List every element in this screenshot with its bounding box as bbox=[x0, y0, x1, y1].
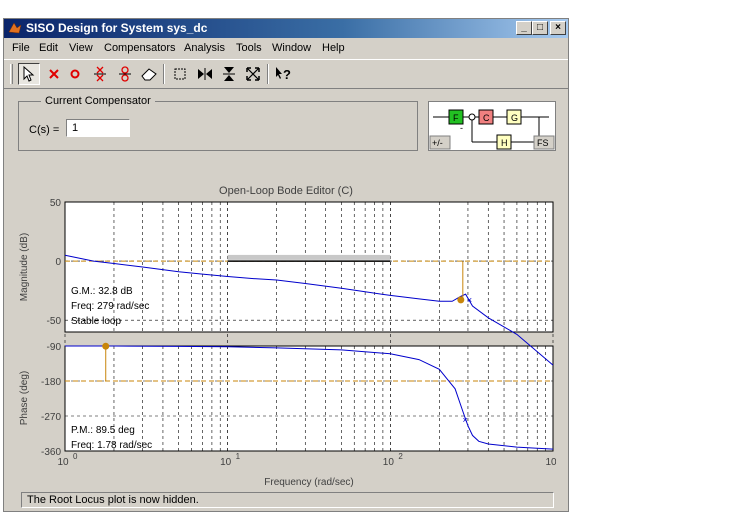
add-pole-icon[interactable] bbox=[43, 63, 65, 85]
phase-axis-label: Phase (deg) bbox=[19, 371, 30, 425]
maximize-button[interactable]: □ bbox=[532, 21, 548, 35]
svg-text:?: ? bbox=[283, 67, 291, 82]
bode-editor: Open-Loop Bode Editor (C) 50 0 -50 -90 -180 -2… bbox=[18, 162, 566, 488]
magnitude-tick-label: -50 bbox=[47, 316, 62, 327]
menu-view[interactable]: View bbox=[69, 42, 93, 54]
x-tick-label: 10 bbox=[383, 457, 395, 468]
menu-compensators[interactable]: Compensators bbox=[104, 42, 176, 54]
x-tick-exponent: 1 bbox=[236, 452, 241, 461]
siso-window: SISO Design for System sys_dc _ □ × File… bbox=[3, 18, 569, 512]
menu-tools[interactable]: Tools bbox=[236, 42, 262, 54]
block-h-label: H bbox=[501, 138, 508, 148]
compensator-input[interactable]: 1 bbox=[66, 119, 130, 137]
block-f-label: F bbox=[453, 113, 459, 123]
magnitude-tick-label: 50 bbox=[50, 198, 62, 209]
stable-loop-label: Stable loop bbox=[71, 316, 121, 327]
gain-drag-band bbox=[227, 254, 391, 260]
phase-tick-label: -90 bbox=[47, 342, 62, 353]
zoom-box-icon[interactable] bbox=[169, 63, 191, 85]
bode-plot[interactable]: Open-Loop Bode Editor (C) 50 0 -50 -90 -180 -2… bbox=[18, 162, 566, 488]
fit-icon[interactable] bbox=[242, 63, 264, 85]
block-g-label: G bbox=[511, 113, 518, 123]
gain-margin-marker bbox=[457, 296, 465, 304]
x-tick-exponent: 0 bbox=[73, 452, 78, 461]
bode-title: Open-Loop Bode Editor (C) bbox=[219, 185, 353, 197]
phase-axes bbox=[64, 345, 554, 452]
eraser-icon[interactable] bbox=[138, 63, 160, 85]
phase-margin-freq: Freq: 1.78 rad/sec bbox=[71, 440, 152, 451]
compensator-legend: Current Compensator bbox=[41, 95, 155, 107]
menu-bar: File Edit View Compensators Analysis Too… bbox=[4, 39, 568, 57]
x-tick-label: 10 bbox=[545, 457, 556, 468]
phase-margin-label: P.M.: 89.5 deg bbox=[71, 425, 135, 436]
block-c-label: C bbox=[483, 113, 490, 123]
pole-marker: × bbox=[467, 295, 472, 305]
phase-margin-marker bbox=[102, 342, 110, 350]
close-button[interactable]: × bbox=[550, 21, 566, 35]
whats-this-icon[interactable]: ? bbox=[273, 63, 295, 85]
minus-sign: - bbox=[460, 123, 463, 133]
magnitude-axis-label: Magnitude (dB) bbox=[19, 233, 30, 301]
toolbar: ? bbox=[4, 59, 568, 89]
menu-file[interactable]: File bbox=[12, 42, 30, 54]
add-zero-icon[interactable] bbox=[64, 63, 86, 85]
gain-margin-label: G.M.: 32.8 dB bbox=[71, 286, 133, 297]
loop-diagram: F - C G H +/- FS bbox=[428, 101, 556, 151]
gain-margin-freq: Freq: 279 rad/sec bbox=[71, 301, 149, 312]
menu-help[interactable]: Help bbox=[322, 42, 345, 54]
matlab-icon bbox=[8, 21, 22, 35]
loop-diagram-svg: F - C G H +/- FS bbox=[429, 109, 555, 150]
add-complex-zero-icon[interactable] bbox=[114, 63, 136, 85]
x-tick-label: 10 bbox=[220, 457, 232, 468]
zoom-y-icon[interactable] bbox=[218, 63, 240, 85]
sign-toggle-label: +/- bbox=[432, 138, 443, 148]
add-complex-pole-icon[interactable] bbox=[89, 63, 111, 85]
phase-tick-label: -180 bbox=[41, 377, 61, 388]
pole-marker: × bbox=[463, 415, 468, 425]
phase-tick-label: -270 bbox=[41, 412, 61, 423]
title-bar[interactable]: SISO Design for System sys_dc _ □ × bbox=[4, 19, 568, 38]
toolbar-separator bbox=[163, 64, 165, 84]
compensator-label: C(s) = bbox=[29, 124, 60, 136]
sum-junction bbox=[468, 113, 476, 121]
frequency-axis-label: Frequency (rad/sec) bbox=[264, 477, 353, 487]
menu-window[interactable]: Window bbox=[272, 42, 311, 54]
fs-label: FS bbox=[537, 138, 549, 148]
magnitude-tick-label: 0 bbox=[55, 257, 61, 268]
current-compensator-panel: Current Compensator C(s) = 1 bbox=[18, 95, 418, 151]
toolbar-grip bbox=[10, 64, 13, 84]
minimize-button[interactable]: _ bbox=[516, 21, 532, 35]
window-title: SISO Design for System sys_dc bbox=[26, 21, 208, 35]
toolbar-separator bbox=[267, 64, 269, 84]
menu-analysis[interactable]: Analysis bbox=[184, 42, 225, 54]
status-bar: The Root Locus plot is now hidden. bbox=[21, 492, 554, 508]
x-tick-label: 10 bbox=[57, 457, 69, 468]
magnitude-axes bbox=[64, 201, 554, 333]
menu-edit[interactable]: Edit bbox=[39, 42, 58, 54]
select-arrow-icon[interactable] bbox=[18, 63, 40, 85]
zoom-x-icon[interactable] bbox=[194, 63, 216, 85]
x-tick-exponent: 2 bbox=[398, 452, 403, 461]
